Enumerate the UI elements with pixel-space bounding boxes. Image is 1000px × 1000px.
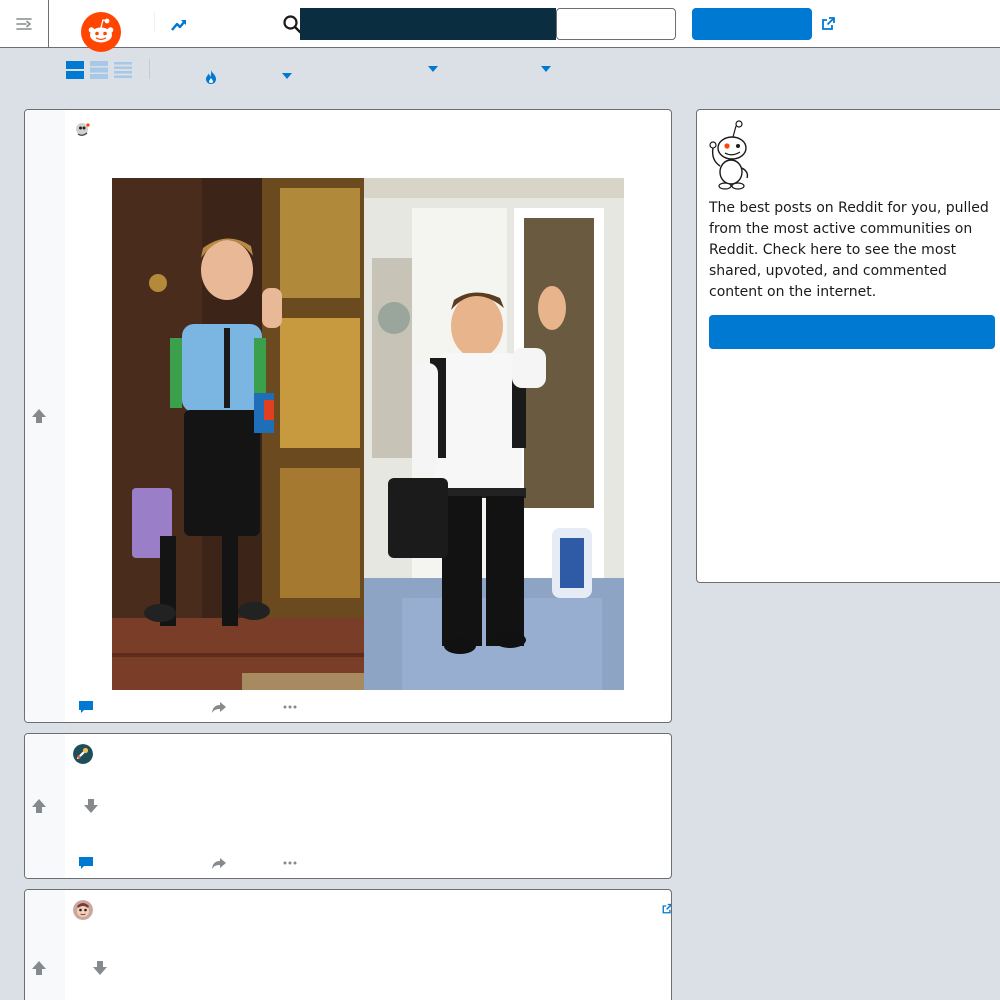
login-button[interactable] <box>556 8 676 40</box>
header-divider <box>154 12 155 32</box>
signup-button[interactable] <box>692 8 812 40</box>
vote-column <box>25 110 65 722</box>
upvote-arrow-icon[interactable] <box>31 960 47 976</box>
post-card[interactable] <box>24 889 672 1000</box>
reddit-snoo-icon <box>88 18 114 43</box>
external-link-icon[interactable] <box>820 16 836 32</box>
reddit-logo[interactable] <box>81 12 121 52</box>
top-header <box>0 0 1000 52</box>
trending-icon[interactable] <box>170 16 188 34</box>
compact-view-icon[interactable] <box>114 61 132 79</box>
share-icon[interactable] <box>211 699 227 715</box>
search-icon <box>283 15 302 34</box>
comment-icon[interactable] <box>78 699 94 715</box>
chevron-down-icon[interactable] <box>540 65 552 73</box>
sidebar-description: The best posts on Reddit for you, pulled… <box>709 200 989 300</box>
sidebar-action-button[interactable] <box>709 315 995 349</box>
snoo-mascot-icon <box>709 120 749 190</box>
hot-flame-icon[interactable] <box>203 69 219 85</box>
downvote-arrow-icon[interactable] <box>92 960 108 976</box>
chevron-down-icon[interactable] <box>427 65 439 73</box>
more-options-icon[interactable] <box>282 699 298 715</box>
more-options-icon[interactable] <box>282 855 298 871</box>
post-card[interactable] <box>24 109 672 723</box>
downvote-arrow-icon[interactable] <box>83 798 99 814</box>
post-card[interactable] <box>24 733 672 879</box>
home-sidebar-card: The best posts on Reddit for you, pulled… <box>696 109 1000 583</box>
chevron-down-icon[interactable] <box>281 72 293 80</box>
search-input[interactable] <box>300 8 556 40</box>
post-image[interactable] <box>112 178 624 690</box>
vote-column <box>25 890 65 1000</box>
external-link-icon[interactable] <box>661 903 672 915</box>
share-icon[interactable] <box>211 855 227 871</box>
subreddit-avatar[interactable] <box>73 744 93 764</box>
subreddit-avatar[interactable] <box>73 120 93 140</box>
vote-column <box>25 734 65 878</box>
menu-icon <box>16 18 32 30</box>
card-view-icon[interactable] <box>66 61 84 79</box>
menu-button[interactable] <box>0 0 49 48</box>
sort-divider <box>149 59 150 79</box>
classic-view-icon[interactable] <box>90 61 108 79</box>
upvote-arrow-icon[interactable] <box>31 798 47 814</box>
comment-icon[interactable] <box>78 855 94 871</box>
upvote-arrow-icon[interactable] <box>31 408 47 424</box>
subreddit-avatar[interactable] <box>73 900 93 920</box>
